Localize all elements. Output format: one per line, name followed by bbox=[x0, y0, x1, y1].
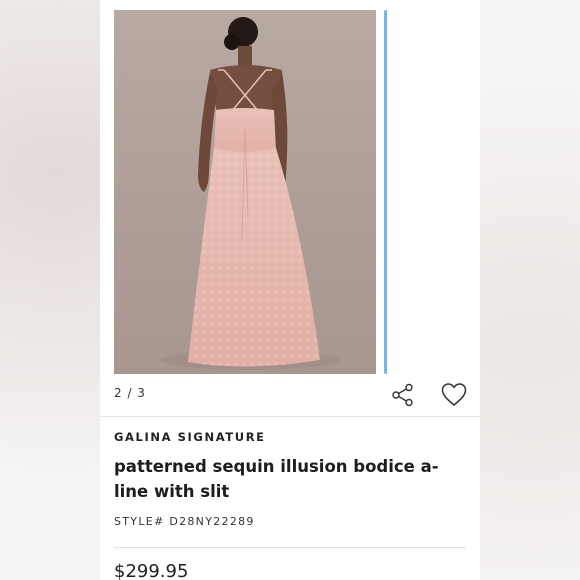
image-counter: 2 / 3 bbox=[114, 386, 146, 400]
product-image bbox=[160, 17, 340, 370]
product-card: 2 / 3 GALINA SIGNATURE patterned sequin … bbox=[100, 0, 480, 580]
product-title: patterned sequin illusion bodice a-line … bbox=[114, 457, 439, 501]
share-button[interactable] bbox=[390, 382, 416, 408]
favorite-button[interactable] bbox=[440, 381, 468, 409]
brand-name: GALINA SIGNATURE bbox=[114, 430, 266, 444]
product-price: $299.95 bbox=[114, 561, 189, 580]
heart-icon bbox=[441, 383, 467, 406]
share-icon bbox=[392, 383, 413, 407]
product-image-gallery[interactable] bbox=[114, 10, 376, 374]
gallery-scroll-indicator bbox=[384, 10, 387, 374]
section-divider bbox=[100, 416, 480, 417]
style-number: STYLE# D28NY22289 bbox=[114, 515, 255, 528]
price-divider bbox=[114, 547, 466, 548]
